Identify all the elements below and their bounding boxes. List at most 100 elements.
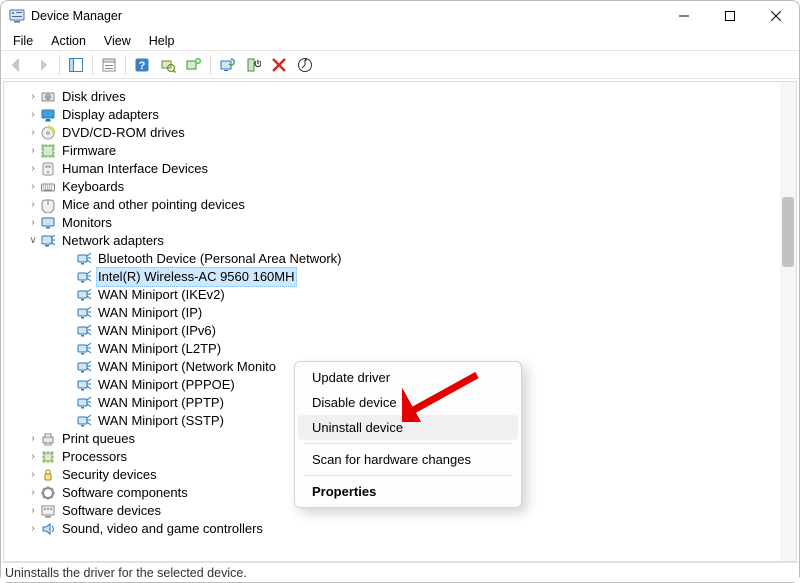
expand-toggle-icon[interactable]: ›: [26, 520, 40, 538]
category-firmware[interactable]: ›Firmware: [4, 142, 796, 160]
category-disk[interactable]: › Disk drives: [4, 88, 796, 106]
network-adapter-icon: [76, 251, 92, 267]
firmware-icon: [40, 143, 56, 159]
mice-icon: [40, 197, 56, 213]
window-controls: [661, 1, 799, 31]
toolbar: ?: [1, 51, 799, 79]
device-label: Intel(R) Wireless-AC 9560 160MH: [96, 267, 297, 287]
toolbar-separator: [92, 55, 93, 75]
category-label: Sound, video and game controllers: [60, 520, 265, 538]
network-adapter-icon: [76, 287, 92, 303]
category-hid[interactable]: ›Human Interface Devices: [4, 160, 796, 178]
show-hide-tree-button[interactable]: [64, 54, 88, 76]
refresh-button[interactable]: [293, 54, 317, 76]
expand-toggle-icon[interactable]: ›: [26, 178, 40, 196]
network-adapter-icon: [76, 359, 92, 375]
menu-file[interactable]: File: [5, 33, 41, 49]
expand-toggle-icon[interactable]: ›: [26, 448, 40, 466]
menu-view[interactable]: View: [96, 33, 139, 49]
category-label: Display adapters: [60, 106, 161, 124]
context-uninstall-device[interactable]: Uninstall device: [298, 415, 518, 440]
context-scan-hardware[interactable]: Scan for hardware changes: [298, 447, 518, 472]
expand-toggle-icon[interactable]: ›: [26, 142, 40, 160]
security-icon: [40, 467, 56, 483]
dvd-icon: [40, 125, 56, 141]
minimize-button[interactable]: [661, 1, 707, 31]
category-label: Security devices: [60, 466, 159, 484]
help-button[interactable]: ?: [130, 54, 154, 76]
network-adapter-icon: [76, 269, 92, 285]
category-label: Monitors: [60, 214, 114, 232]
category-label: Software components: [60, 484, 190, 502]
category-label: Software devices: [60, 502, 163, 520]
category-dvd[interactable]: › DVD/CD-ROM drives: [4, 124, 796, 142]
category-label: Print queues: [60, 430, 137, 448]
scrollbar-thumb[interactable]: [782, 197, 794, 267]
maximize-button[interactable]: [707, 1, 753, 31]
device-wan_ip[interactable]: WAN Miniport (IP): [4, 304, 796, 322]
toolbar-separator: [125, 55, 126, 75]
menu-help[interactable]: Help: [141, 33, 183, 49]
context-separator: [304, 475, 512, 476]
disable-device-button[interactable]: [241, 54, 265, 76]
device-label: WAN Miniport (IPv6): [96, 322, 218, 340]
expand-toggle-icon[interactable]: ›: [26, 196, 40, 214]
uninstall-device-button[interactable]: [267, 54, 291, 76]
expand-toggle-icon[interactable]: ›: [26, 502, 40, 520]
expand-toggle-icon[interactable]: ›: [26, 88, 40, 106]
proc-icon: [40, 449, 56, 465]
category-label: Disk drives: [60, 88, 128, 106]
network-icon: [40, 233, 56, 249]
expand-toggle-icon[interactable]: ›: [26, 484, 40, 502]
expand-toggle-icon[interactable]: ›: [26, 466, 40, 484]
monitors-icon: [40, 215, 56, 231]
expand-toggle-icon[interactable]: ›: [26, 106, 40, 124]
category-mice[interactable]: › Mice and other pointing devices: [4, 196, 796, 214]
expand-toggle-icon[interactable]: ›: [26, 430, 40, 448]
category-network[interactable]: ∨Network adapters: [4, 232, 796, 250]
context-separator: [304, 443, 512, 444]
expand-toggle-icon[interactable]: ∨: [26, 232, 40, 250]
category-label: Mice and other pointing devices: [60, 196, 247, 214]
context-properties[interactable]: Properties: [298, 479, 518, 504]
menu-action[interactable]: Action: [43, 33, 94, 49]
device-wan_ipv6[interactable]: WAN Miniport (IPv6): [4, 322, 796, 340]
device-bt[interactable]: Bluetooth Device (Personal Area Network): [4, 250, 796, 268]
category-display[interactable]: › Display adapters: [4, 106, 796, 124]
context-disable-device[interactable]: Disable device: [298, 390, 518, 415]
network-adapter-icon: [76, 323, 92, 339]
expand-toggle-icon[interactable]: ›: [26, 124, 40, 142]
context-update-driver[interactable]: Update driver: [298, 365, 518, 390]
device-label: WAN Miniport (L2TP): [96, 340, 223, 358]
device-wan_l2tp[interactable]: WAN Miniport (L2TP): [4, 340, 796, 358]
svg-text:?: ?: [139, 60, 146, 72]
device-label: WAN Miniport (Network Monito: [96, 358, 278, 376]
context-menu: Update driver Disable device Uninstall d…: [294, 361, 522, 508]
category-sound[interactable]: › Sound, video and game controllers: [4, 520, 796, 538]
category-monitors[interactable]: › Monitors: [4, 214, 796, 232]
toolbar-separator: [59, 55, 60, 75]
scan-hardware-button[interactable]: [156, 54, 180, 76]
title-bar: Device Manager: [1, 1, 799, 31]
device-label: WAN Miniport (IP): [96, 304, 204, 322]
vertical-scrollbar[interactable]: [780, 82, 796, 561]
category-keyboards[interactable]: ›Keyboards: [4, 178, 796, 196]
network-adapter-icon: [76, 413, 92, 429]
close-button[interactable]: [753, 1, 799, 31]
status-bar: Uninstalls the driver for the selected d…: [1, 562, 799, 582]
device-intel[interactable]: Intel(R) Wireless-AC 9560 160MH: [4, 268, 796, 286]
keyboards-icon: [40, 179, 56, 195]
device-wan_ikev2[interactable]: WAN Miniport (IKEv2): [4, 286, 796, 304]
update-driver-button[interactable]: [215, 54, 239, 76]
menu-bar: File Action View Help: [1, 31, 799, 51]
properties-button[interactable]: [97, 54, 121, 76]
back-button[interactable]: [5, 54, 29, 76]
forward-button[interactable]: [31, 54, 55, 76]
network-adapter-icon: [76, 377, 92, 393]
add-legacy-button[interactable]: [182, 54, 206, 76]
expand-toggle-icon[interactable]: ›: [26, 160, 40, 178]
category-label: DVD/CD-ROM drives: [60, 124, 187, 142]
swcomp-icon: [40, 485, 56, 501]
expand-toggle-icon[interactable]: ›: [26, 214, 40, 232]
app-icon: [9, 8, 25, 24]
